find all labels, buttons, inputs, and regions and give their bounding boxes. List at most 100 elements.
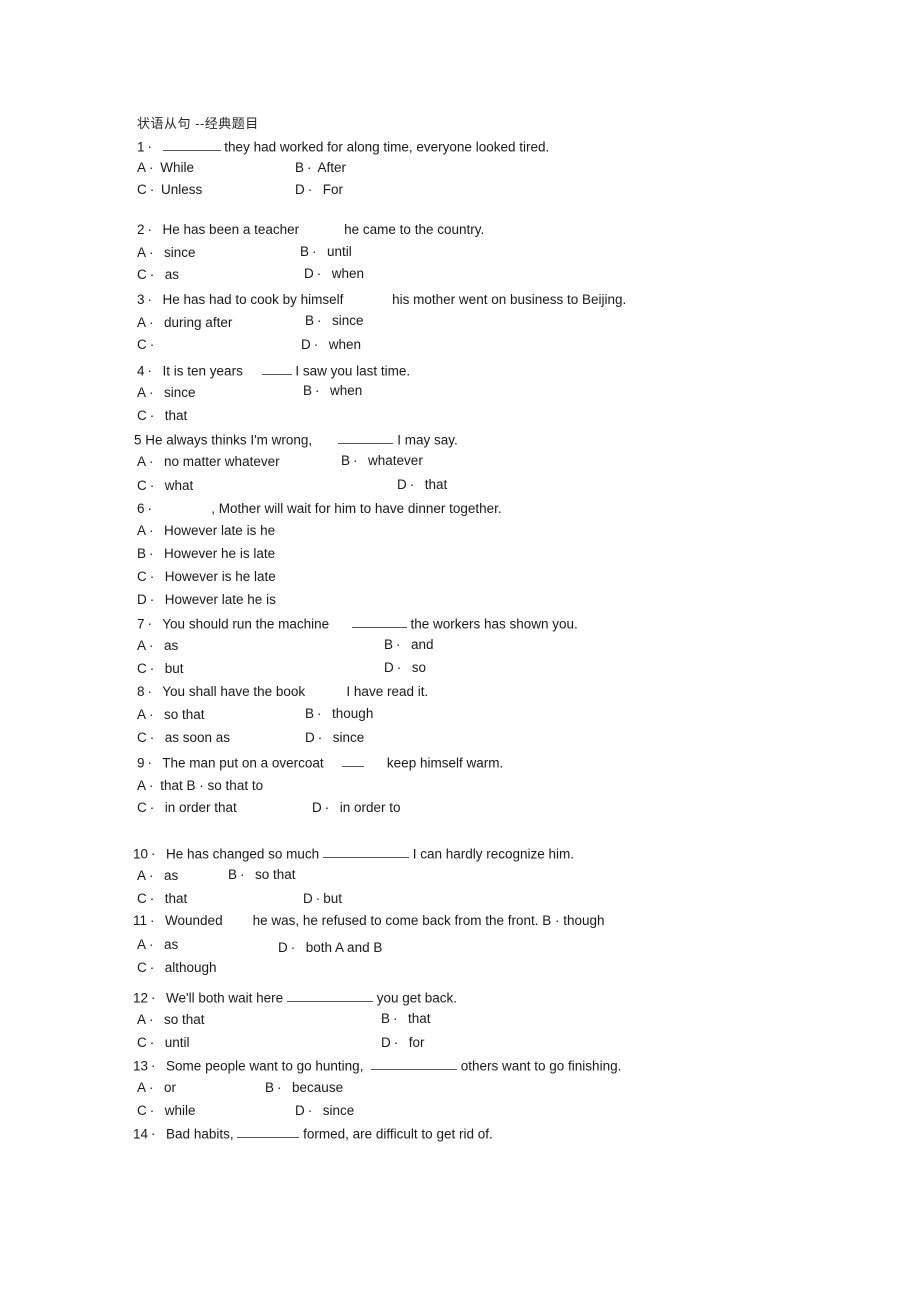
question-6-option-c[interactable]: C · However is he late [137, 570, 276, 584]
question-2-number: 2 [137, 222, 145, 237]
option-separator: · [290, 940, 296, 955]
option-letter: B [381, 1011, 391, 1026]
question-2-option-d[interactable]: D · when [304, 267, 364, 281]
question-3-option-c[interactable]: C · [137, 338, 157, 352]
question-9-option-c[interactable]: C · in order that [137, 801, 237, 815]
question-10-option-d[interactable]: D · but [303, 892, 342, 906]
option-separator: · [393, 1011, 398, 1026]
option-text: no matter whatever [164, 454, 280, 469]
question-5-blank [338, 432, 394, 445]
question-7-option-a[interactable]: A · as [137, 639, 178, 653]
question-1-option-c[interactable]: C · Unless [137, 183, 202, 197]
option-separator: · [315, 383, 320, 398]
question-3-text-after: his mother went on business to Beijing. [392, 292, 627, 307]
question-13-option-a[interactable]: A · or [137, 1081, 176, 1095]
option-separator: · [315, 891, 321, 906]
question-7-option-b[interactable]: B · and [384, 638, 434, 652]
question-3-option-b[interactable]: B · since [305, 314, 364, 328]
question-1-option-a[interactable]: A · While [137, 161, 194, 175]
option-separator: · [149, 245, 154, 260]
option-separator: · [149, 1012, 154, 1027]
question-10-option-a[interactable]: A · as [137, 869, 178, 883]
option-text: so that [255, 867, 296, 882]
question-1-separator: · [147, 139, 153, 155]
question-6-separator: · [147, 501, 153, 516]
option-text: as [164, 937, 179, 952]
question-9-option-d[interactable]: D · in order to [312, 801, 401, 815]
option-separator: · [317, 313, 322, 328]
question-7-option-c[interactable]: C · but [137, 662, 184, 676]
question-13-option-d[interactable]: D · since [295, 1104, 354, 1118]
option-text: for [408, 1035, 425, 1050]
question-4-option-b[interactable]: B · when [303, 384, 362, 398]
question-3-option-a[interactable]: A · during after [137, 316, 232, 330]
option-text: so that [164, 1012, 205, 1027]
question-10-option-b[interactable]: B · so that [228, 868, 296, 882]
question-6-option-a[interactable]: A · However late is he [137, 524, 275, 538]
option-letter: B [295, 160, 305, 175]
question-4-separator: · [147, 363, 153, 379]
question-6-option-d[interactable]: D · However late he is [137, 593, 276, 607]
question-2-option-c[interactable]: C · as [137, 268, 179, 282]
question-2-option-a[interactable]: A · since [137, 246, 196, 260]
option-letter: D [303, 891, 313, 906]
question-2-option-b[interactable]: B · until [300, 245, 352, 259]
question-9-blank [342, 755, 365, 768]
question-12-option-a[interactable]: A · so that [137, 1013, 205, 1027]
question-1-option-d[interactable]: D · For [295, 183, 343, 197]
question-7-separator: · [147, 616, 153, 632]
question-7-stem: 7 · You should run the machine the worker… [137, 616, 578, 631]
question-4-blank [261, 363, 292, 376]
option-separator: · [149, 891, 155, 906]
question-9-text-after: keep himself warm. [386, 755, 504, 771]
question-8-option-b[interactable]: B · though [305, 707, 373, 721]
option-text: until [327, 244, 352, 259]
option-separator: · [396, 637, 401, 652]
option-separator: · [149, 267, 155, 282]
question-6-number: 6 [137, 501, 145, 516]
option-letter: A [137, 1012, 147, 1027]
question-5-option-a[interactable]: A · no matter whatever [137, 455, 280, 469]
question-1-option-b[interactable]: B · After [295, 161, 346, 175]
option-text: but [323, 891, 343, 906]
option-separator: · [149, 937, 154, 952]
option-letter: C [137, 891, 147, 906]
question-12-option-c[interactable]: C · until [137, 1036, 190, 1050]
option-text: because [292, 1080, 344, 1095]
question-10-separator: · [151, 846, 156, 862]
question-11-option-c[interactable]: C · although [137, 961, 217, 975]
question-7-option-d[interactable]: D · so [384, 661, 426, 675]
option-letter: A [137, 707, 147, 722]
option-separator: · [312, 244, 317, 259]
question-6-text-after: , Mother will wait for him to have dinne… [211, 501, 502, 516]
question-5-option-c[interactable]: C · what [137, 479, 193, 493]
question-4-option-c[interactable]: C · that [137, 409, 187, 423]
question-8-option-d[interactable]: D · since [305, 731, 364, 745]
question-10-option-c[interactable]: C · that [137, 892, 187, 906]
question-5-option-b[interactable]: B · whatever [341, 454, 423, 468]
option-separator: · [149, 454, 154, 469]
question-2-separator: · [147, 222, 153, 237]
option-text: as [164, 267, 180, 282]
option-separator: · [149, 661, 155, 676]
question-3-option-d[interactable]: D · when [301, 338, 361, 352]
question-4-option-a[interactable]: A · since [137, 386, 196, 400]
question-11-option-d[interactable]: D · both A and B [278, 941, 382, 955]
question-13-option-b[interactable]: B · because [265, 1081, 343, 1095]
question-5-option-d[interactable]: D · that [397, 478, 447, 492]
question-6-option-b[interactable]: B · However he is late [137, 547, 275, 561]
question-5-stem: 5 He always thinks I'm wrong, I may say. [134, 432, 458, 447]
question-9-option-a[interactable]: A · that B · so that to [137, 779, 263, 793]
question-8-option-c[interactable]: C · as soon as [137, 731, 230, 745]
option-letter: D [384, 660, 394, 675]
question-13-option-c[interactable]: C · while [137, 1104, 196, 1118]
question-12-option-b[interactable]: B · that [381, 1012, 431, 1026]
option-letter: D [295, 182, 305, 197]
option-letter: A [137, 315, 147, 330]
question-8-option-a[interactable]: A · so that [137, 708, 205, 722]
question-14-blank [237, 1126, 300, 1139]
option-text: during after [164, 315, 233, 330]
option-separator: · [317, 706, 322, 721]
question-11-option-a[interactable]: A · as [137, 938, 178, 952]
question-12-option-d[interactable]: D · for [381, 1036, 425, 1050]
